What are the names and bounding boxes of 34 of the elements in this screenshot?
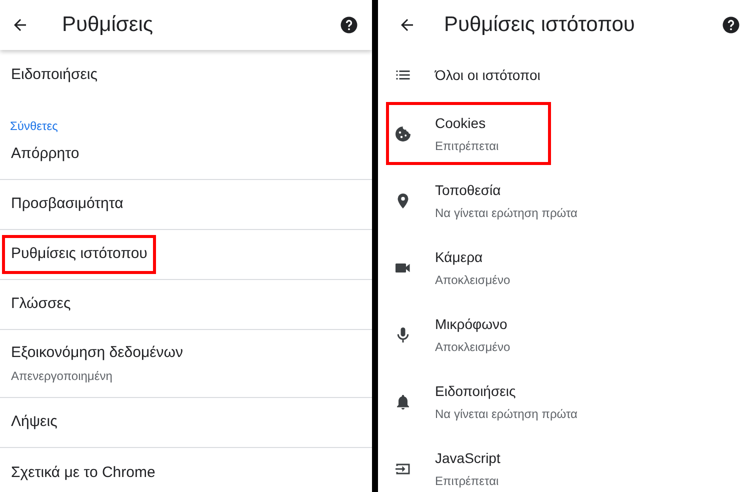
setting-label: Ειδοποιήσεις: [435, 382, 517, 401]
help-icon[interactable]: [722, 16, 740, 34]
settings-item[interactable]: Λήψεις: [2, 403, 66, 442]
settings-item[interactable]: Εξοικονόμηση δεδομένων Απενεργοποιημένη: [2, 334, 192, 393]
site-setting-item[interactable]: Κάμερα Αποκλεισμένο: [386, 236, 551, 299]
setting-status: Αποκλεισμένο: [435, 272, 510, 288]
help-icon[interactable]: [340, 16, 358, 34]
settings-item[interactable]: Ρυθμίσεις ιστότοπου: [2, 235, 156, 274]
screen-title: Ρυθμίσεις: [62, 12, 154, 38]
setting-label: Τοποθεσία: [435, 180, 502, 200]
setting-status: Επιτρέπεται: [435, 472, 500, 490]
site-setting-item[interactable]: Cookies Επιτρέπεται: [386, 102, 551, 165]
site-setting-item[interactable]: Ειδοποιήσεις Να γίνεται ερώτηση πρώτα: [386, 370, 584, 433]
settings-item[interactable]: Προσβασιμότητα: [2, 185, 132, 224]
cookie-icon: [394, 124, 412, 142]
setting-label: Μικρόφωνο: [435, 314, 508, 334]
setting-status: Επιτρέπεται: [435, 138, 499, 154]
screen-title: Ρυθμίσεις ιστότοπου: [444, 12, 635, 38]
bell-icon: [394, 392, 412, 410]
section-header: Σύνθετες: [10, 118, 58, 135]
settings-item[interactable]: Σχετικά με το Chrome: [2, 454, 164, 492]
setting-status: Να γίνεται ερώτηση πρώτα: [435, 204, 578, 222]
setting-status: Αποκλεισμένο: [435, 338, 510, 356]
setting-label: Όλοι οι ιστότοποι: [435, 66, 540, 84]
setting-status: Να γίνεται ερώτηση πρώτα: [435, 406, 578, 422]
setting-label: Κάμερα: [435, 248, 484, 267]
settings-item[interactable]: Απόρρητο: [2, 135, 88, 174]
site-setting-item[interactable]: Τοποθεσία Να γίνεται ερώτηση πρώτα: [386, 169, 584, 232]
site-setting-item[interactable]: Μικρόφωνο Αποκλεισμένο: [386, 303, 551, 366]
setting-label: Cookies: [435, 114, 487, 132]
settings-item[interactable]: Γλώσσες: [2, 285, 80, 324]
setting-label: JavaScript: [435, 448, 500, 468]
site-setting-item[interactable]: JavaScript Επιτρέπεται: [386, 437, 551, 492]
settings-item[interactable]: Ειδοποιήσεις: [2, 56, 106, 94]
